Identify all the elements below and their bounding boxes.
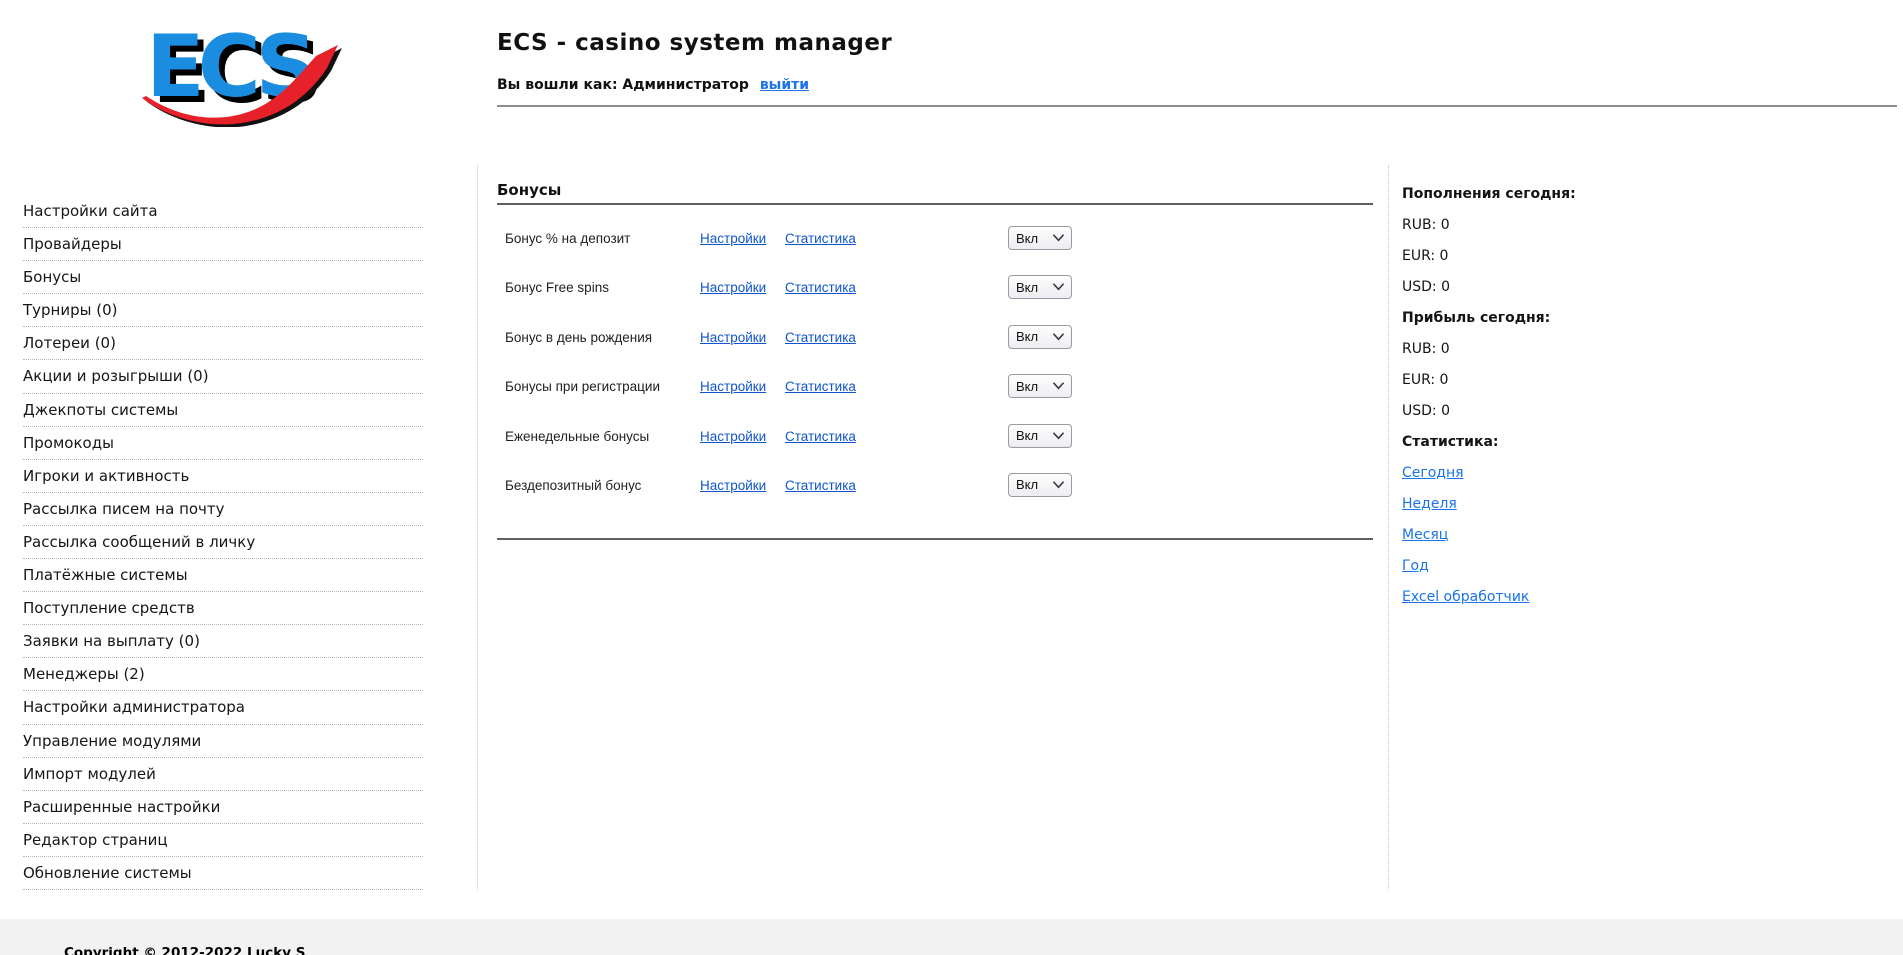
chevron-down-icon	[1053, 333, 1064, 341]
profit-eur-value: EUR: 0	[1402, 366, 1732, 397]
sidebar-item-email-mailing[interactable]: Рассылка писем на почту	[23, 493, 423, 526]
divider-sidebar-main	[477, 165, 478, 890]
bonus-settings-link[interactable]: Настройки	[700, 478, 766, 493]
profit-rub-value: RUB: 0	[1402, 335, 1732, 366]
bonus-row-free-spins: Бонус Free spins Настройки Статистика Вк…	[497, 263, 1373, 312]
sidebar-item-payment-systems[interactable]: Платёжные системы	[23, 559, 423, 592]
bonus-row-no-deposit: Бездепозитный бонус Настройки Статистика…	[497, 461, 1373, 510]
sidebar-item-providers[interactable]: Провайдеры	[23, 228, 423, 261]
bonus-settings-link[interactable]: Настройки	[700, 429, 766, 444]
logout-link[interactable]: выйти	[760, 77, 809, 93]
bonus-row-birthday: Бонус в день рождения Настройки Статисти…	[497, 313, 1373, 362]
bonus-toggle-select[interactable]: Вкл	[1008, 424, 1072, 448]
sidebar-item-admin-settings[interactable]: Настройки администратора	[23, 691, 423, 724]
bonus-toggle-value: Вкл	[1016, 428, 1038, 443]
bonus-toggle-select[interactable]: Вкл	[1008, 226, 1072, 250]
bonus-settings-link[interactable]: Настройки	[700, 280, 766, 295]
bonus-statistics-link[interactable]: Статистика	[785, 379, 856, 394]
sidebar-item-pm-mailing[interactable]: Рассылка сообщений в личку	[23, 526, 423, 559]
deposits-rub-value: RUB: 0	[1402, 211, 1732, 242]
sidebar-item-jackpots[interactable]: Джекпоты системы	[23, 394, 423, 427]
bonus-toggle-select[interactable]: Вкл	[1008, 473, 1072, 497]
bonus-settings-link[interactable]: Настройки	[700, 379, 766, 394]
ecs-logo-graphic: ECS ECS	[130, 12, 350, 127]
bonus-toggle-value: Вкл	[1016, 379, 1038, 394]
sidebar-item-payout-requests[interactable]: Заявки на выплату (0)	[23, 625, 423, 658]
bonus-row-registration: Бонусы при регистрации Настройки Статист…	[497, 362, 1373, 411]
stats-year-link[interactable]: Год	[1402, 558, 1429, 574]
page-title: ECS - casino system manager	[497, 30, 892, 56]
copyright-text: Copyright © 2012-2022 Lucky S	[64, 945, 305, 955]
sidebar-item-lotteries[interactable]: Лотереи (0)	[23, 327, 423, 360]
page: ECS ECS ECS - casino system manager Вы в…	[0, 0, 1903, 955]
chevron-down-icon	[1053, 432, 1064, 440]
bonus-row-deposit-percent: Бонус % на депозит Настройки Статистика …	[497, 214, 1373, 263]
deposits-today-header: Пополнения сегодня:	[1402, 180, 1732, 211]
sidebar-item-players[interactable]: Игроки и активность	[23, 460, 423, 493]
header-divider	[497, 105, 1897, 107]
login-status-line: Вы вошли как: Администратор выйти	[497, 77, 809, 93]
profit-today-header: Прибыль сегодня:	[1402, 304, 1732, 335]
section-heading: Бонусы	[497, 181, 561, 199]
bonus-row-label: Бездепозитный бонус	[505, 478, 641, 493]
bonus-toggle-select[interactable]: Вкл	[1008, 325, 1072, 349]
section-divider-bottom	[497, 538, 1373, 540]
bonus-statistics-link[interactable]: Статистика	[785, 231, 856, 246]
bonus-row-label: Еженедельные бонусы	[505, 429, 649, 444]
ecs-logo[interactable]: ECS ECS	[130, 12, 350, 127]
sidebar: Настройки сайта Провайдеры Бонусы Турнир…	[23, 195, 423, 890]
bonus-toggle-value: Вкл	[1016, 477, 1038, 492]
stats-week-link[interactable]: Неделя	[1402, 496, 1457, 512]
sidebar-item-promocodes[interactable]: Промокоды	[23, 427, 423, 460]
bonus-toggle-value: Вкл	[1016, 329, 1038, 344]
login-status-label: Вы вошли как: Администратор	[497, 77, 749, 93]
bonus-settings-link[interactable]: Настройки	[700, 330, 766, 345]
sidebar-item-incoming-funds[interactable]: Поступление средств	[23, 592, 423, 625]
bonuses-section: Бонусы Бонус % на депозит Настройки Стат…	[497, 180, 1373, 545]
right-panel: Пополнения сегодня: RUB: 0 EUR: 0 USD: 0…	[1402, 180, 1732, 614]
bonus-statistics-link[interactable]: Статистика	[785, 330, 856, 345]
stats-excel-link[interactable]: Excel обработчик	[1402, 589, 1529, 605]
sidebar-item-site-settings[interactable]: Настройки сайта	[23, 195, 423, 228]
chevron-down-icon	[1053, 481, 1064, 489]
footer: Copyright © 2012-2022 Lucky S	[0, 919, 1903, 955]
sidebar-item-module-management[interactable]: Управление модулями	[23, 725, 423, 758]
bonus-statistics-link[interactable]: Статистика	[785, 429, 856, 444]
bonus-row-label: Бонусы при регистрации	[505, 379, 660, 394]
statistics-header: Статистика:	[1402, 428, 1732, 459]
sidebar-item-promotions[interactable]: Акции и розыгрыши (0)	[23, 360, 423, 393]
bonus-rows: Бонус % на депозит Настройки Статистика …	[497, 214, 1373, 510]
bonus-toggle-select[interactable]: Вкл	[1008, 275, 1072, 299]
chevron-down-icon	[1053, 234, 1064, 242]
sidebar-item-tournaments[interactable]: Турниры (0)	[23, 294, 423, 327]
section-divider-top	[497, 203, 1373, 205]
bonus-settings-link[interactable]: Настройки	[700, 231, 766, 246]
sidebar-item-bonuses[interactable]: Бонусы	[23, 261, 423, 294]
bonus-toggle-value: Вкл	[1016, 280, 1038, 295]
profit-usd-value: USD: 0	[1402, 397, 1732, 428]
sidebar-item-advanced-settings[interactable]: Расширенные настройки	[23, 791, 423, 824]
bonus-toggle-value: Вкл	[1016, 231, 1038, 246]
bonus-statistics-link[interactable]: Статистика	[785, 478, 856, 493]
deposits-usd-value: USD: 0	[1402, 273, 1732, 304]
bonus-row-label: Бонус Free spins	[505, 280, 609, 295]
bonus-statistics-link[interactable]: Статистика	[785, 280, 856, 295]
chevron-down-icon	[1053, 283, 1064, 291]
bonus-row-weekly: Еженедельные бонусы Настройки Статистика…	[497, 412, 1373, 461]
deposits-eur-value: EUR: 0	[1402, 242, 1732, 273]
sidebar-item-module-import[interactable]: Импорт модулей	[23, 758, 423, 791]
sidebar-item-managers[interactable]: Менеджеры (2)	[23, 658, 423, 691]
stats-month-link[interactable]: Месяц	[1402, 527, 1448, 543]
bonus-row-label: Бонус % на депозит	[505, 231, 630, 246]
bonus-toggle-select[interactable]: Вкл	[1008, 374, 1072, 398]
sidebar-item-page-editor[interactable]: Редактор страниц	[23, 824, 423, 857]
divider-main-rightpanel	[1388, 165, 1389, 890]
bonus-row-label: Бонус в день рождения	[505, 330, 652, 345]
sidebar-item-system-update[interactable]: Обновление системы	[23, 857, 423, 890]
stats-today-link[interactable]: Сегодня	[1402, 465, 1464, 481]
chevron-down-icon	[1053, 382, 1064, 390]
